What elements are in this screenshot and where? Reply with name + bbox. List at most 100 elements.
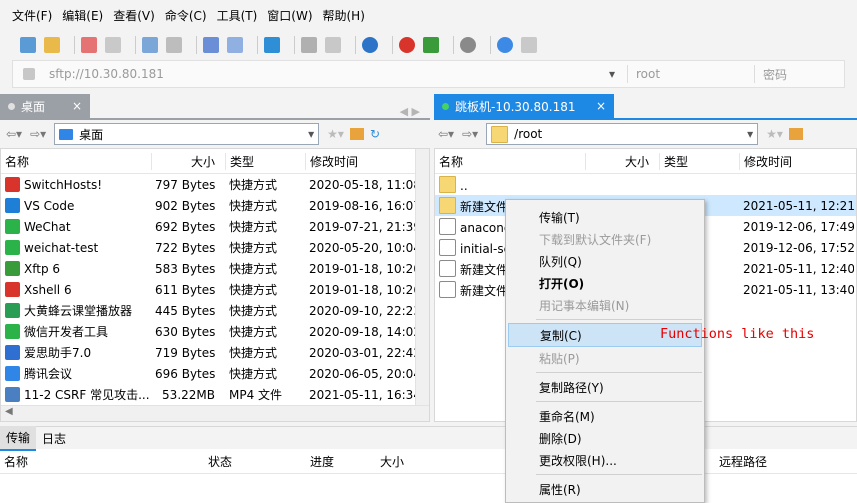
table-row[interactable]: VS Code 902 Bytes 快捷方式 2019-08-16, 16:07: [1, 195, 429, 216]
home-icon[interactable]: [349, 128, 364, 140]
new-tab-icon[interactable]: [142, 37, 158, 53]
tab-desktop[interactable]: 桌面 ×: [0, 94, 90, 118]
tab-log[interactable]: 日志: [36, 427, 72, 450]
reconnect-icon[interactable]: [105, 37, 121, 53]
context-menu-item[interactable]: 重命名(M): [506, 405, 704, 427]
table-row[interactable]: 11-2 CSRF 常见攻击... 53.22MB MP4 文件 2021-05-11…: [1, 384, 429, 405]
table-row[interactable]: weichat-test 722 Bytes 快捷方式 2020-05-20, 10:…: [1, 237, 429, 258]
table-row[interactable]: 爱思助手7.0 719 Bytes 快捷方式 2020-03-01, 22:42: [1, 342, 429, 363]
back-arrow-icon[interactable]: ⇦▾: [438, 127, 454, 141]
close-icon[interactable]: ×: [596, 99, 606, 113]
menu-file[interactable]: 文件(F): [12, 7, 52, 24]
upload-icon[interactable]: [203, 37, 219, 53]
app-shortcut-icon: [5, 219, 20, 234]
chevron-down-icon[interactable]: ▾: [747, 127, 757, 141]
context-menu-item[interactable]: 传输(T): [506, 206, 704, 228]
right-path-input[interactable]: /root ▾: [486, 123, 759, 145]
monitor-icon[interactable]: [166, 37, 182, 53]
col-modified[interactable]: 修改时间: [739, 152, 854, 170]
context-menu-item[interactable]: 打开(O): [506, 272, 704, 294]
chat-icon[interactable]: [521, 37, 537, 53]
menu-tools[interactable]: 工具(T): [217, 7, 258, 24]
table-row[interactable]: 腾讯会议 696 Bytes 快捷方式 2020-06-05, 20:04: [1, 363, 429, 384]
download-icon[interactable]: [227, 37, 243, 53]
col-transfer-remote-path[interactable]: 远程路径: [715, 453, 767, 470]
forward-arrow-icon[interactable]: ⇨▾: [30, 127, 46, 141]
context-menu-item[interactable]: 更改权限(H)...: [506, 449, 704, 471]
context-menu-item: 粘贴(P): [539, 351, 580, 366]
xftp-icon[interactable]: [423, 37, 439, 53]
sync-icon[interactable]: [264, 37, 280, 53]
right-path-text: /root: [514, 127, 543, 141]
col-name[interactable]: 名称: [435, 153, 585, 170]
table-row[interactable]: Xftp 6 583 Bytes 快捷方式 2019-01-18, 10:20: [1, 258, 429, 279]
file-type: MP4 文件: [229, 388, 283, 402]
table-row[interactable]: Xshell 6 611 Bytes 快捷方式 2019-01-18, 10:26: [1, 279, 429, 300]
context-menu-item[interactable]: 队列(Q): [506, 250, 704, 272]
tab-remote-session[interactable]: 跳板机-10.30.80.181 ×: [434, 94, 614, 118]
toolbar-divider: [294, 36, 295, 54]
gear-icon[interactable]: [460, 37, 476, 53]
col-type[interactable]: 类型: [225, 152, 305, 170]
new-session-icon[interactable]: [20, 37, 36, 53]
favorite-star-icon[interactable]: ★▾: [327, 127, 344, 141]
toolbar-divider: [257, 36, 258, 54]
file-name-cell: weichat-test: [1, 240, 151, 255]
menu-help[interactable]: 帮助(H): [323, 7, 365, 24]
col-transfer-name[interactable]: 名称: [0, 453, 204, 470]
menu-edit[interactable]: 编辑(E): [62, 7, 103, 24]
col-size[interactable]: 大小: [585, 152, 659, 170]
table-row[interactable]: 大黄蜂云课堂播放器 445 Bytes 快捷方式 2020-09-10, 22:23: [1, 300, 429, 321]
col-name[interactable]: 名称: [1, 153, 151, 170]
menu-window[interactable]: 窗口(W): [267, 7, 312, 24]
table-row[interactable]: WeChat 692 Bytes 快捷方式 2019-07-21, 21:39: [1, 216, 429, 237]
context-menu-item: 用记事本编辑(N): [539, 298, 630, 313]
password-input[interactable]: 密码: [763, 66, 787, 83]
col-transfer-status[interactable]: 状态: [204, 453, 306, 470]
username-input[interactable]: root: [636, 67, 754, 81]
disconnect-icon[interactable]: [81, 37, 97, 53]
col-modified[interactable]: 修改时间: [305, 152, 415, 170]
tab-transfer[interactable]: 传输: [0, 425, 37, 451]
xshell-icon[interactable]: [399, 37, 415, 53]
left-vertical-scrollbar[interactable]: [415, 149, 429, 407]
table-row[interactable]: SwitchHosts! 797 Bytes 快捷方式 2020-05-18, 11:…: [1, 174, 429, 195]
refresh-icon[interactable]: ↻: [370, 127, 380, 141]
forward-arrow-icon[interactable]: ⇨▾: [462, 127, 478, 141]
col-size[interactable]: 大小: [151, 152, 225, 170]
table-row[interactable]: 微信开发者工具 630 Bytes 快捷方式 2020-09-18, 14:02: [1, 321, 429, 342]
lock-icon: [23, 68, 35, 80]
host-url-input[interactable]: sftp://10.30.80.181: [49, 67, 609, 81]
context-menu-item[interactable]: 属性(R): [506, 478, 704, 500]
home-icon[interactable]: [788, 128, 803, 140]
col-transfer-progress[interactable]: 进度: [306, 453, 376, 470]
file-name: 11-2 CSRF 常见攻击...: [24, 388, 150, 402]
left-list-header: 名称 大小 类型 修改时间: [1, 149, 429, 174]
address-bar: sftp://10.30.80.181 ▾ root 密码: [12, 60, 845, 88]
chevron-down-icon[interactable]: ▾: [308, 127, 318, 141]
app-shortcut-icon: [5, 240, 20, 255]
back-arrow-icon[interactable]: ⇦▾: [6, 127, 22, 141]
left-path-input[interactable]: 桌面 ▾: [54, 123, 320, 145]
help-icon[interactable]: [497, 37, 513, 53]
table-row[interactable]: ..: [435, 174, 856, 195]
file-name-cell: 腾讯会议: [1, 365, 151, 382]
file-modified: 2019-12-06, 17:49: [743, 219, 854, 234]
globe-icon[interactable]: [362, 37, 378, 53]
menu-command[interactable]: 命令(C): [165, 7, 207, 24]
col-type[interactable]: 类型: [659, 152, 739, 170]
left-horizontal-scrollbar[interactable]: ◀: [1, 405, 429, 421]
menu-view[interactable]: 查看(V): [113, 7, 155, 24]
left-file-list: 名称 大小 类型 修改时间 SwitchHosts! 797 Bytes 快捷方式 2…: [0, 148, 430, 422]
context-menu-item[interactable]: 删除(D): [506, 427, 704, 449]
paste-icon[interactable]: [325, 37, 341, 53]
open-folder-icon[interactable]: [44, 37, 60, 53]
copy-icon[interactable]: [301, 37, 317, 53]
desktop-icon: [59, 128, 74, 140]
tab-scroll-arrows[interactable]: ◀ ▶: [400, 105, 430, 118]
toolbar-divider: [392, 36, 393, 54]
favorite-star-icon[interactable]: ★▾: [766, 127, 783, 141]
context-menu-item[interactable]: 复制路径(Y): [506, 376, 704, 398]
chevron-down-icon[interactable]: ▾: [609, 67, 621, 81]
close-icon[interactable]: ×: [72, 99, 82, 113]
